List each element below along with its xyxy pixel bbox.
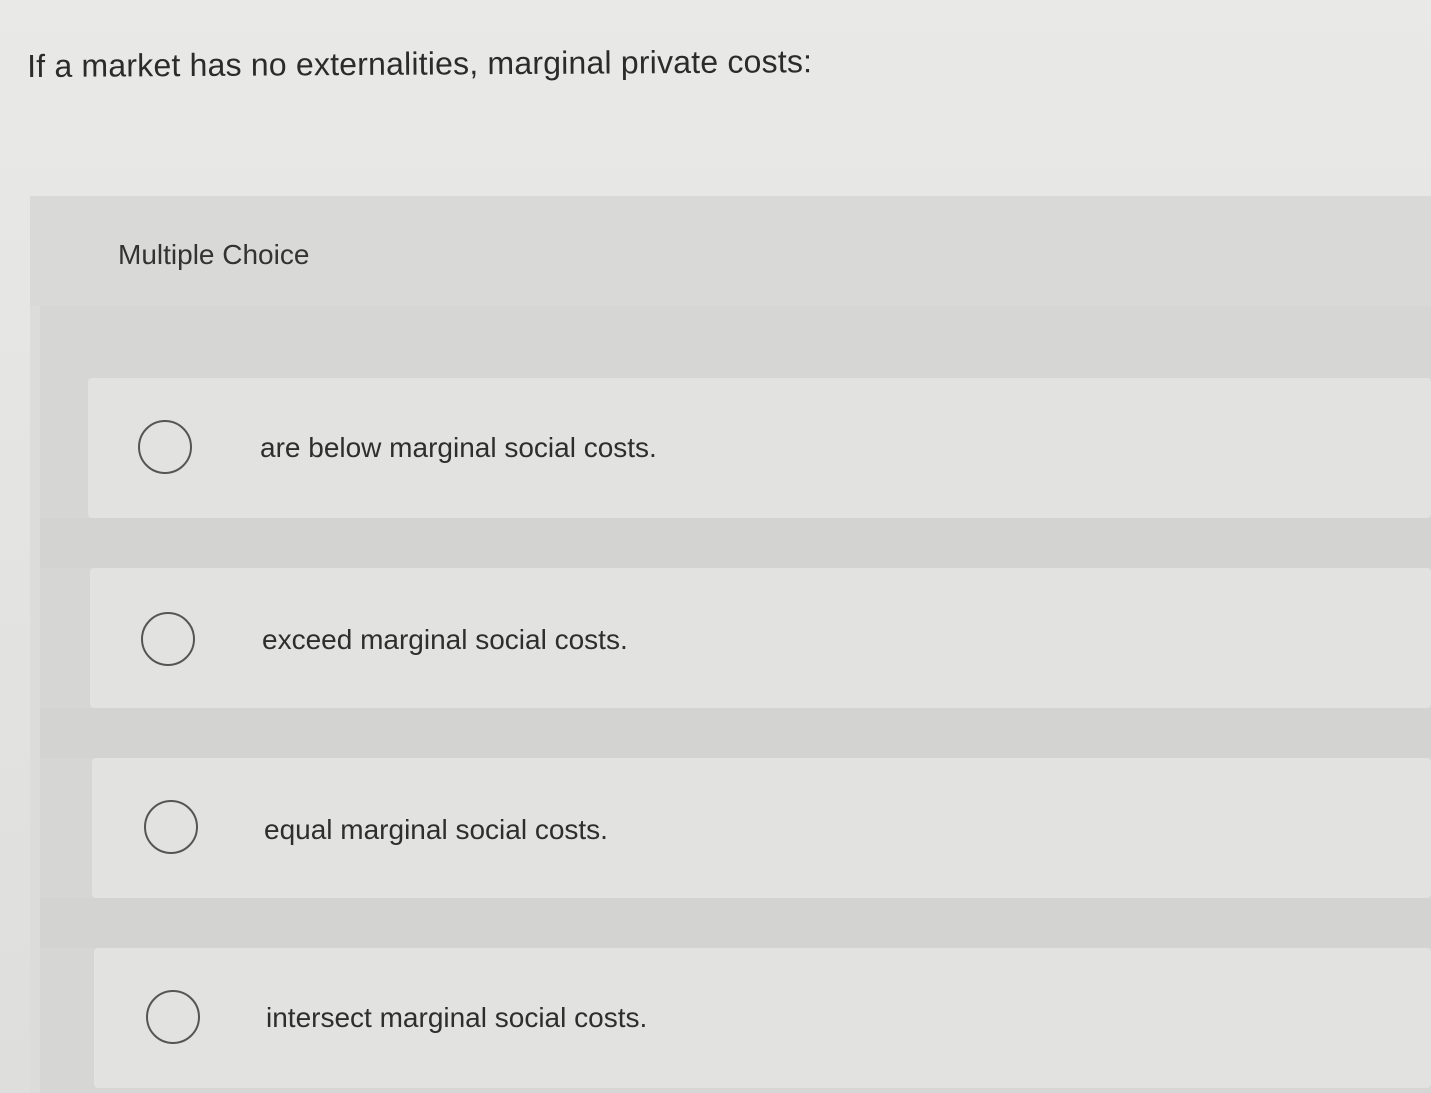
choice-option-a[interactable]: are below marginal social costs.: [88, 378, 1431, 518]
choice-option-c[interactable]: equal marginal social costs.: [92, 758, 1431, 898]
radio-button-icon[interactable]: [144, 800, 198, 854]
choice-option-d[interactable]: intersect marginal social costs.: [94, 948, 1431, 1088]
choice-option-b[interactable]: exceed marginal social costs.: [90, 568, 1431, 708]
radio-button-icon[interactable]: [146, 990, 200, 1044]
choice-option-label[interactable]: exceed marginal social costs.: [262, 623, 628, 657]
choice-separator: [40, 708, 1431, 758]
choice-separator: [40, 898, 1431, 948]
choice-option-label[interactable]: equal marginal social costs.: [264, 813, 608, 847]
choice-option-label[interactable]: intersect marginal social costs.: [266, 1001, 647, 1035]
choice-separator: [40, 518, 1431, 568]
question-text: If a market has no externalities, margin…: [27, 43, 813, 84]
multiple-choice-label: Multiple Choice: [118, 239, 310, 270]
choice-option-label[interactable]: are below marginal social costs.: [260, 431, 657, 465]
radio-button-icon[interactable]: [141, 612, 195, 666]
radio-button-icon[interactable]: [138, 420, 192, 474]
